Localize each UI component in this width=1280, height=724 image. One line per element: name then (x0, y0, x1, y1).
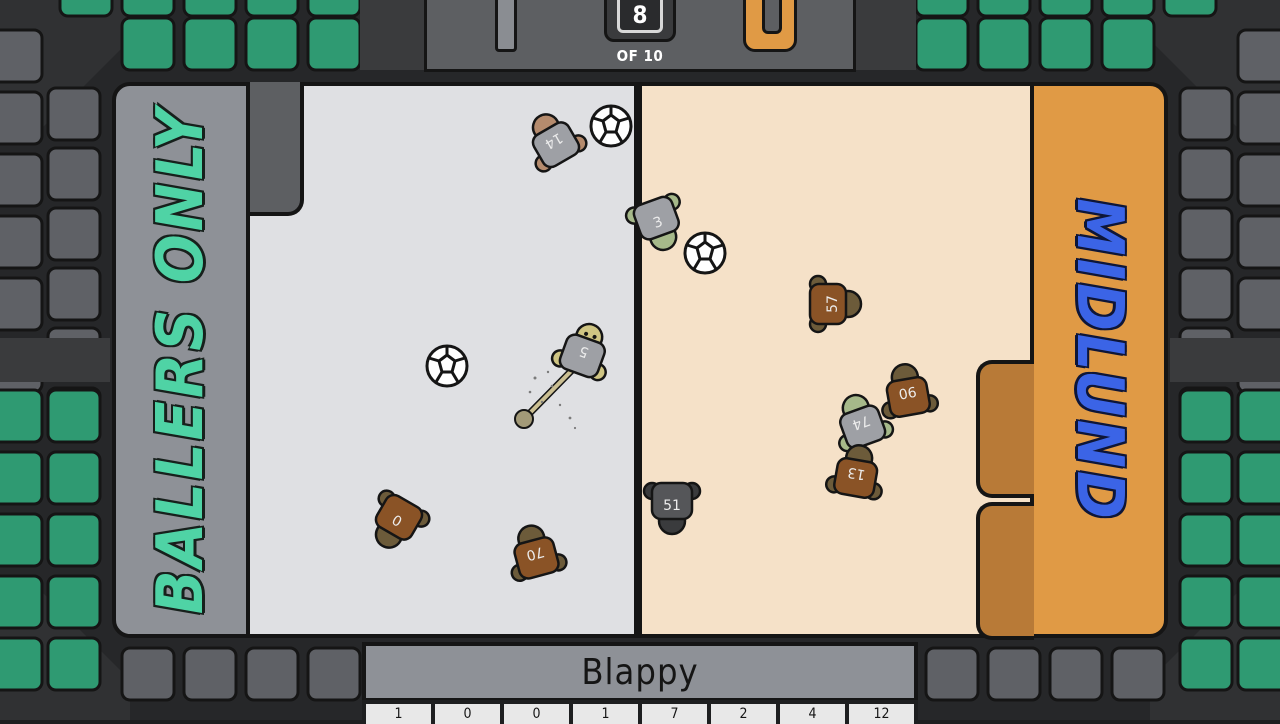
player-stat: 0 (504, 704, 569, 724)
selected-player-name: Blappy (581, 652, 699, 693)
left-team-score-indicator: 1 (495, 0, 517, 52)
right-team-score-indicator: 0 (743, 0, 797, 52)
player-stat: 12 (849, 704, 914, 724)
right-team-name: MIDLUND (1062, 198, 1136, 522)
player-number: 90 (897, 383, 917, 402)
round-total-label: OF 10 (616, 47, 664, 65)
right-bench-area-bottom (976, 502, 1034, 640)
player-number: 57 (825, 295, 841, 313)
right-bench-area-top (976, 360, 1034, 498)
player-number: 51 (663, 498, 681, 514)
left-team-name: BALLERS ONLY (144, 105, 218, 615)
right-team-banner: MIDLUND (1030, 82, 1168, 638)
player-stat: 7 (642, 704, 707, 724)
ball-icon[interactable] (683, 231, 727, 275)
left-team-banner: BALLERS ONLY (112, 82, 250, 638)
player-stat: 1 (366, 704, 431, 724)
round-current-number: 8 (617, 0, 663, 33)
ball-icon[interactable] (589, 104, 633, 148)
left-bench-area (250, 82, 304, 216)
center-line (634, 82, 642, 638)
round-counter: 8 (604, 0, 676, 42)
player-stat: 0 (435, 704, 500, 724)
ball-icon[interactable] (425, 344, 469, 388)
player-stat: 4 (780, 704, 845, 724)
selected-player-stats: 1 0 0 1 7 2 4 12 (362, 700, 918, 724)
right-court-half (638, 82, 1030, 638)
player-number: 13 (846, 464, 866, 483)
player-stat: 2 (711, 704, 776, 724)
selected-player-panel: Blappy (362, 642, 918, 702)
player-stat: 1 (573, 704, 638, 724)
